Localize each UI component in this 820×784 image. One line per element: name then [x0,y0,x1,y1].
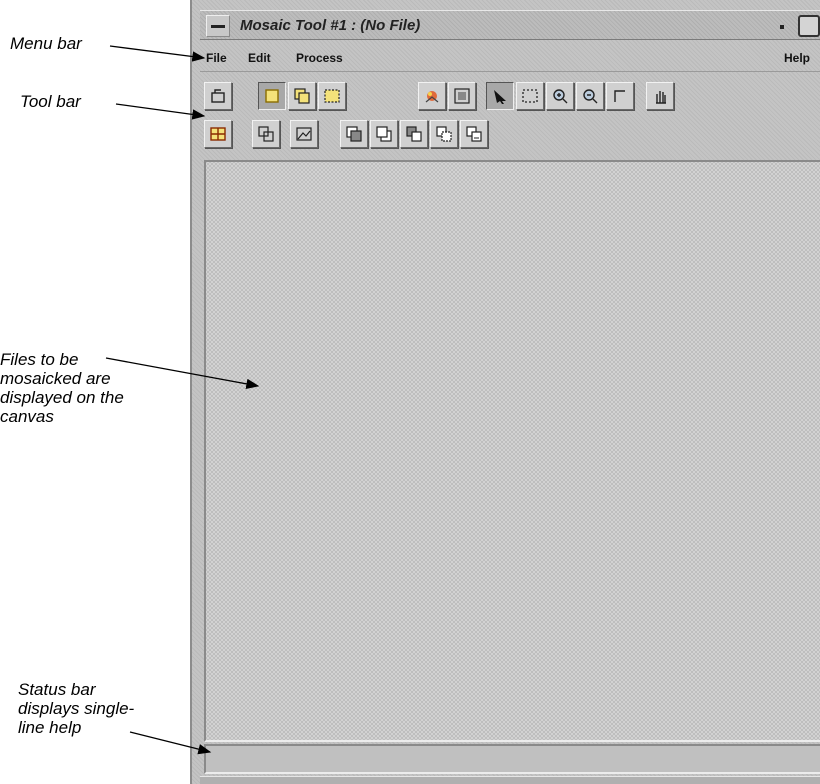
single-frame-button[interactable] [258,82,286,110]
colorful-graphic-button[interactable] [418,82,446,110]
zoom-out-icon [583,89,598,104]
menu-process[interactable]: Process [296,51,343,65]
canvas-callout: Files to be mosaicked are displayed on t… [0,350,124,426]
send-backward-icon [436,126,452,142]
send-back-icon [376,126,392,142]
tool-bar [200,76,820,160]
title-bar[interactable]: Mosaic Tool #1 : (No File) [200,10,820,40]
image-area-button[interactable] [290,120,318,148]
select-arrow-button[interactable] [486,82,514,110]
overlap-shapes-icon [258,126,274,142]
stack-order-button[interactable] [460,120,488,148]
menu-file[interactable]: File [206,51,227,65]
pan-hand-button[interactable] [646,82,674,110]
fit-view-button[interactable] [448,82,476,110]
window-bottom-edge [200,776,820,784]
fit-view-icon [454,88,470,104]
overlap-shapes-button[interactable] [252,120,280,148]
select-arrow-icon [494,90,506,104]
status-callout-line: line help [18,718,82,737]
mosaic-canvas[interactable] [204,160,820,742]
two-frames-icon [294,88,310,104]
bring-front-button[interactable] [340,120,368,148]
dashed-frame-icon [324,89,340,103]
menu-edit[interactable]: Edit [248,51,271,65]
stack-order-icon [466,126,482,142]
maximize-button[interactable] [798,15,820,37]
colorful-graphic-icon [425,91,439,103]
window-title: Mosaic Tool #1 : (No File) [240,17,421,34]
mosaic-tool-window: Mosaic Tool #1 : (No File) File Edit Pro… [190,0,820,784]
table-grid-icon [210,127,226,141]
open-file-icon [211,89,225,103]
status-callout-line: displays single- [18,699,135,718]
bring-forward-button[interactable] [400,120,428,148]
canvas-callout-line: Files to be [0,350,79,369]
dashed-frame-button[interactable] [318,82,346,110]
crop-corner-button[interactable] [606,82,634,110]
minimize-button[interactable] [772,15,792,37]
menu-bar-callout: Menu bar [10,34,82,53]
status-bar [204,744,820,774]
zoom-in-button[interactable] [546,82,574,110]
zoom-in-icon [553,89,568,104]
send-back-button[interactable] [370,120,398,148]
send-backward-button[interactable] [430,120,458,148]
marquee-select-icon [522,89,538,103]
status-bar-callout: Status bar displays single- line help [18,680,134,737]
canvas-callout-line: displayed on the [0,388,124,407]
marquee-select-button[interactable] [516,82,544,110]
canvas-callout-line: canvas [0,407,54,426]
open-file-button[interactable] [204,82,232,110]
zoom-out-button[interactable] [576,82,604,110]
single-frame-icon [265,89,279,103]
menu-help[interactable]: Help [784,51,810,65]
bring-front-icon [346,126,362,142]
status-callout-line: Status bar [18,680,96,699]
canvas-callout-line: mosaicked are [0,369,111,388]
bring-forward-icon [406,126,422,142]
menu-bar: File Edit Process Help [200,44,820,72]
tool-bar-callout: Tool bar [20,92,81,111]
image-area-icon [296,127,312,141]
crop-corner-icon [614,90,625,102]
two-frames-button[interactable] [288,82,316,110]
window-menu-button[interactable] [206,15,230,37]
pan-hand-icon [656,91,666,104]
table-grid-button[interactable] [204,120,232,148]
